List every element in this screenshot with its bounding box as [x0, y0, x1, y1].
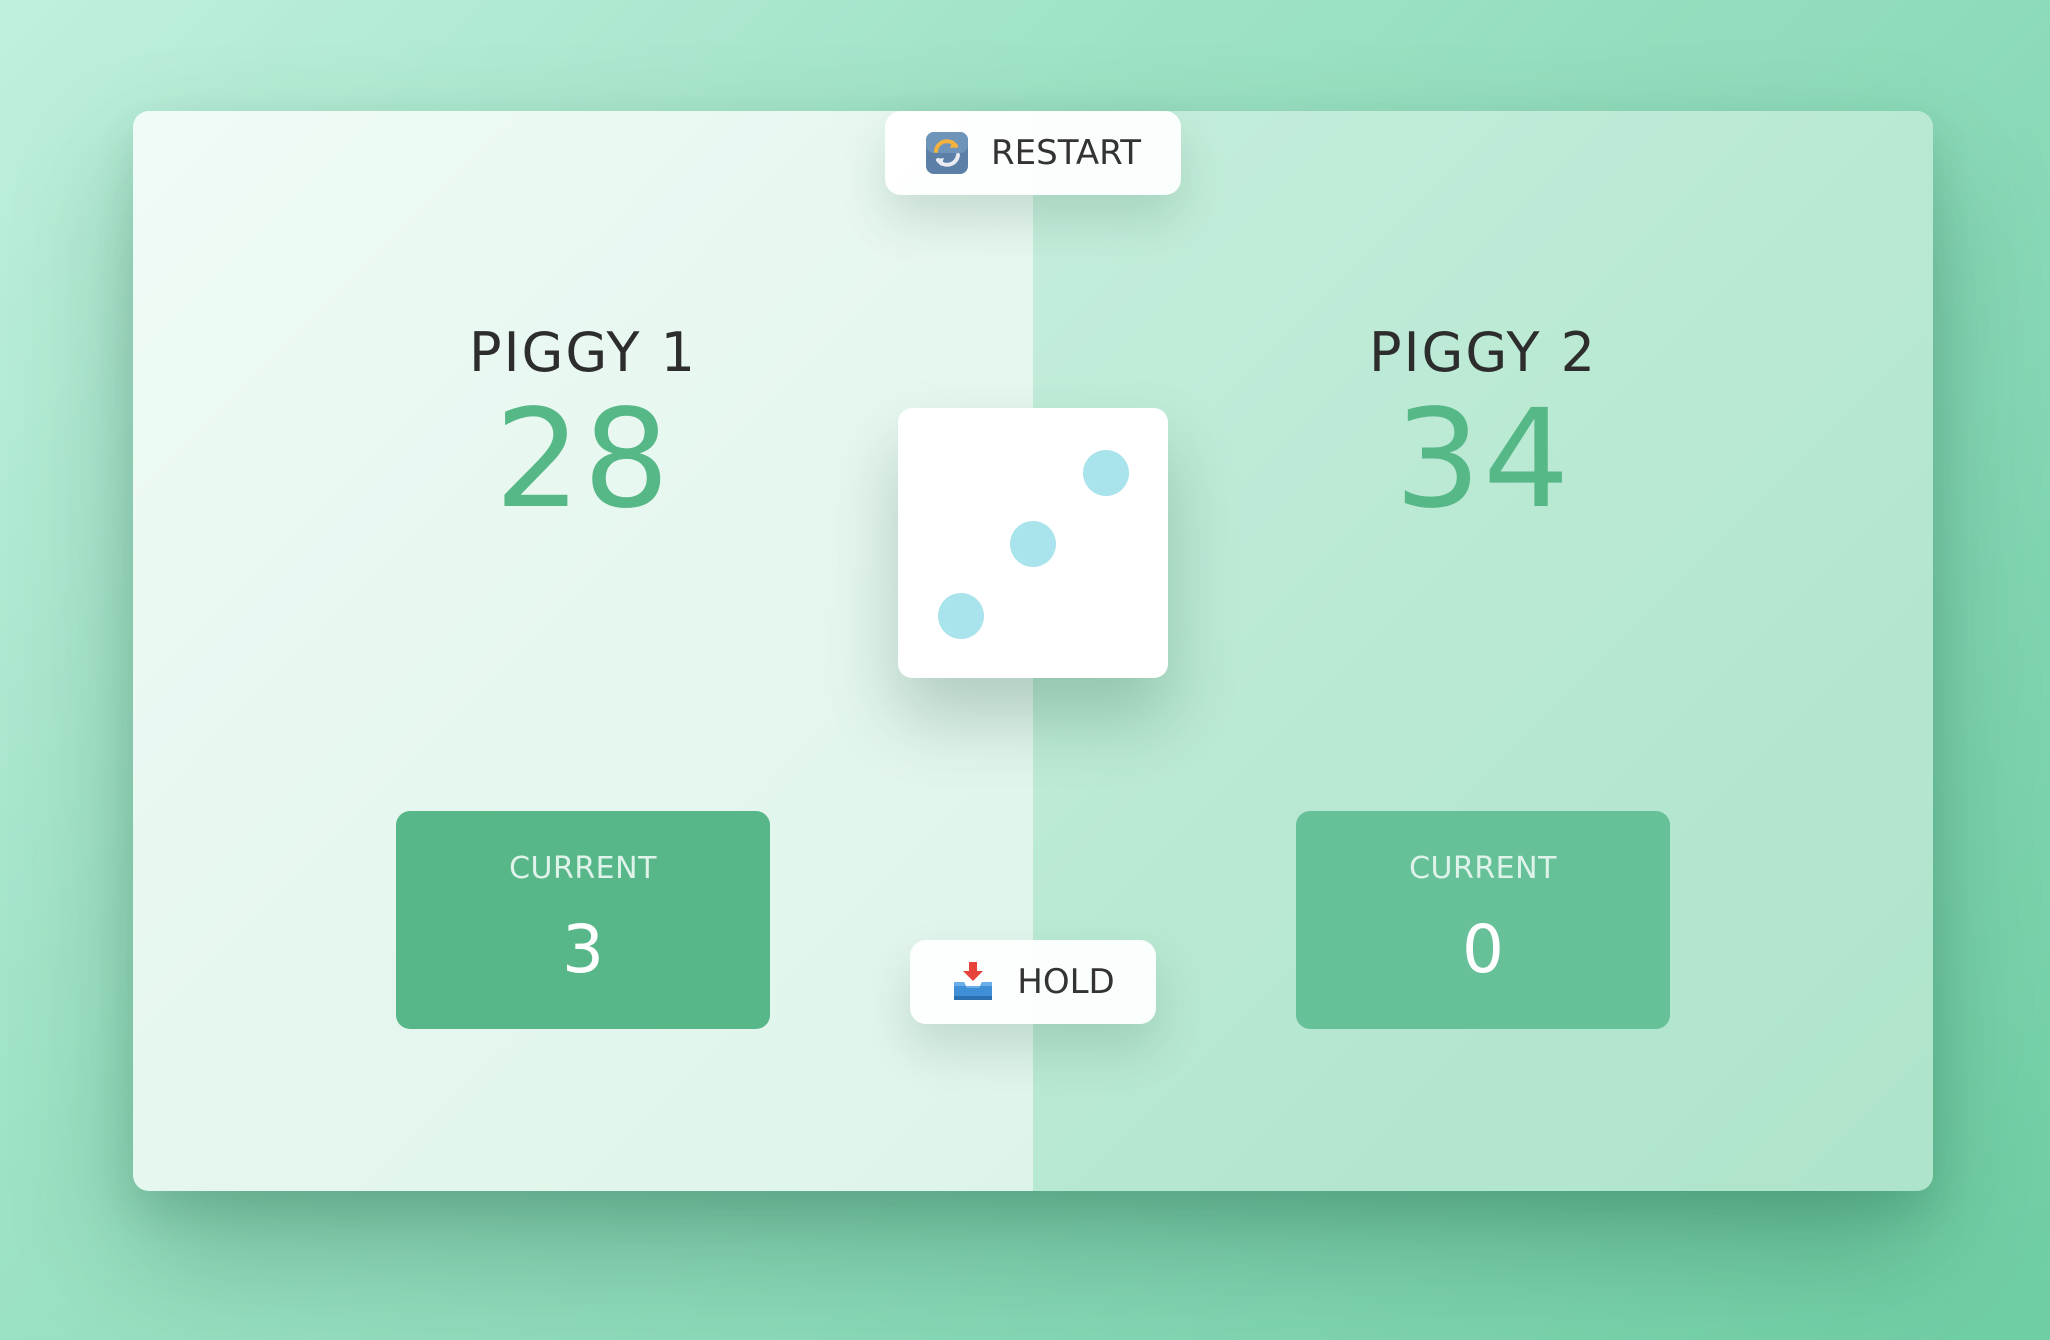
dice-pip: [1010, 521, 1056, 567]
dice-pip: [938, 593, 984, 639]
player-2-current-label: CURRENT: [1409, 851, 1557, 886]
player-2-name: PIGGY 2: [1369, 320, 1597, 384]
player-2-score: 34: [1394, 381, 1572, 539]
player-1-current-score: 3: [562, 911, 604, 988]
hold-button[interactable]: HOLD: [910, 940, 1156, 1024]
dice[interactable]: [898, 408, 1168, 678]
player-1-name: PIGGY 1: [469, 320, 697, 384]
player-2-panel: PIGGY 2 34 CURRENT 0: [1033, 111, 1933, 1191]
restart-button[interactable]: RESTART: [885, 111, 1181, 195]
inbox-tray-icon: [951, 960, 995, 1004]
restart-button-label: RESTART: [991, 133, 1141, 173]
dice-pip: [1083, 450, 1129, 496]
hold-button-label: HOLD: [1017, 962, 1115, 1002]
player-1-current-box: CURRENT 3: [396, 811, 770, 1029]
player-2-current-score: 0: [1462, 911, 1504, 988]
player-2-current-box: CURRENT 0: [1296, 811, 1670, 1029]
restart-arrows-icon: [925, 131, 969, 175]
player-1-current-label: CURRENT: [509, 851, 657, 886]
